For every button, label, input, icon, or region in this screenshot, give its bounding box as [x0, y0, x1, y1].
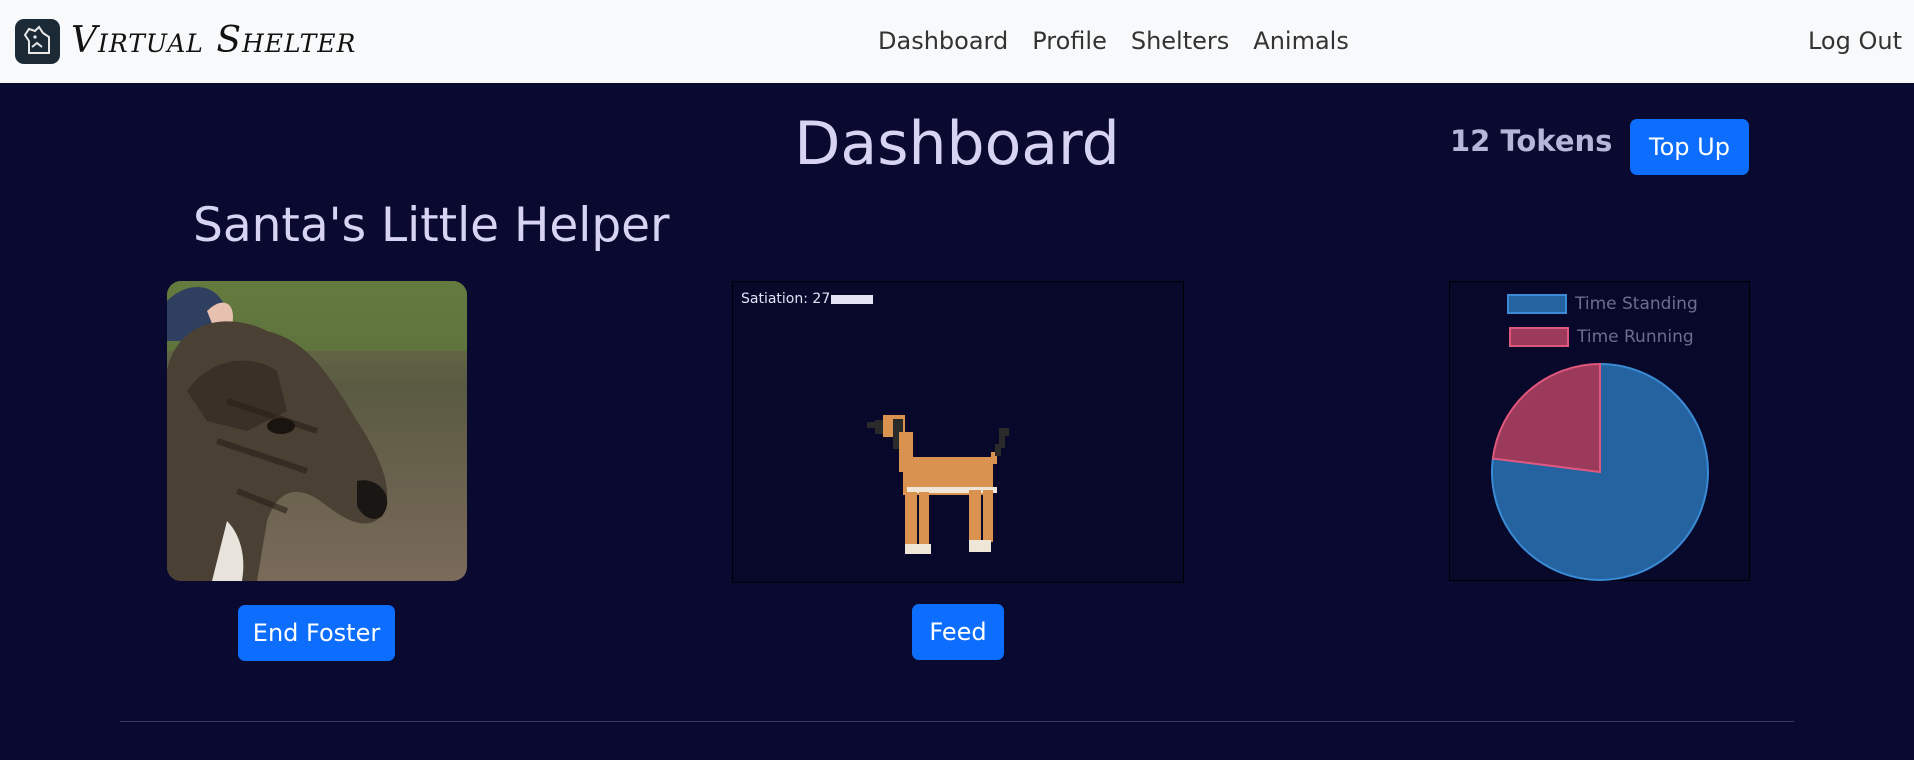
pet-game-canvas[interactable]: Satiation: 27 [732, 281, 1184, 583]
logout-link[interactable]: Log Out [1808, 24, 1902, 58]
end-foster-button[interactable]: End Foster [238, 605, 395, 661]
divider [120, 721, 1794, 722]
dog-logo-icon [15, 19, 60, 64]
animal-photo [167, 281, 467, 581]
nav-link-animals[interactable]: Animals [1241, 24, 1361, 58]
nav-links: Dashboard Profile Shelters Animals [866, 24, 1361, 58]
nav-link-dashboard[interactable]: Dashboard [866, 24, 1020, 58]
page-title: Dashboard [794, 109, 1120, 179]
brand-name: Virtual Shelter [71, 20, 357, 61]
pie-svg [1491, 362, 1709, 581]
dog-sprite [867, 415, 1009, 554]
navbar: Virtual Shelter Dashboard Profile Shelte… [0, 0, 1914, 83]
nav-link-profile[interactable]: Profile [1020, 24, 1119, 58]
animal-name: Santa's Little Helper [193, 198, 670, 253]
top-up-button[interactable]: Top Up [1630, 119, 1749, 175]
pie-slice-time-running[interactable] [1491, 362, 1601, 474]
nav-link-shelters[interactable]: Shelters [1119, 24, 1241, 58]
activity-pie-chart: Time Standing Time Running [1449, 281, 1750, 581]
feed-button[interactable]: Feed [912, 604, 1004, 660]
token-balance: 12 Tokens [1450, 124, 1613, 158]
